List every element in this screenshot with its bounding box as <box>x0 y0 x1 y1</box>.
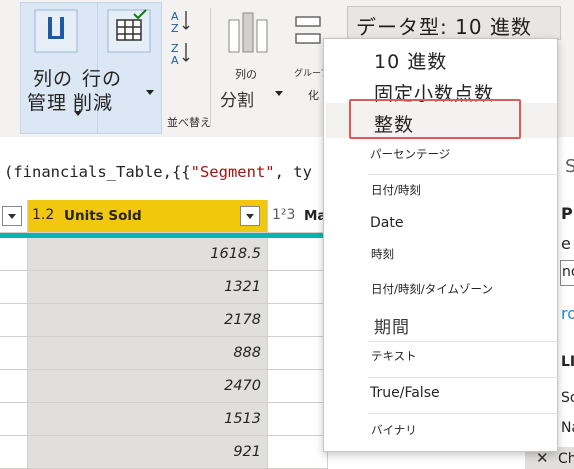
cell-units-sold[interactable]: 1321 <box>28 271 268 304</box>
cell-previous[interactable] <box>0 337 28 370</box>
menu-item-duration[interactable]: 期間 <box>374 313 410 338</box>
sort-group-label: 並べ替え <box>167 116 211 129</box>
split-column-label-2: 分割 <box>220 91 254 111</box>
cell-next[interactable] <box>268 436 328 469</box>
cell-previous[interactable] <box>0 403 28 436</box>
cell-previous[interactable] <box>0 436 28 469</box>
cell-previous[interactable] <box>0 271 28 304</box>
menu-separator <box>368 377 560 378</box>
split-column-label-1: 列の <box>235 68 257 81</box>
choose-columns-icon <box>34 9 78 53</box>
svg-text:A: A <box>171 54 179 66</box>
cell-next[interactable] <box>268 271 328 304</box>
previous-column-filter-icon[interactable] <box>2 206 22 226</box>
group-by-icon <box>295 16 321 44</box>
cell-previous[interactable] <box>0 304 28 337</box>
cell-next[interactable] <box>268 238 328 271</box>
query-settings-pane: S P e no ro LI So Na Ch <box>556 137 574 469</box>
formula-string-literal: "Segment" <box>190 163 275 181</box>
menu-item-date-time[interactable]: 日付/時刻 <box>371 182 421 198</box>
cell-units-sold[interactable]: 888 <box>28 337 268 370</box>
menu-item-true-false[interactable]: True/False <box>370 385 440 401</box>
side-pane-title: S <box>565 156 574 177</box>
data-type-button[interactable]: データ型: 10 進数 <box>347 6 561 40</box>
cell-next[interactable] <box>268 403 328 436</box>
cell-next[interactable] <box>268 337 328 370</box>
menu-separator <box>368 341 560 342</box>
whole-number-type-icon[interactable]: 1²3 <box>272 207 295 223</box>
split-column-icon <box>228 12 268 53</box>
formula-text[interactable]: (financials_Table,{{"Segment", ty <box>4 163 312 181</box>
menu-item-binary[interactable]: バイナリ <box>371 422 417 438</box>
cell-next[interactable] <box>268 370 328 403</box>
cell-units-sold[interactable]: 2470 <box>28 370 268 403</box>
side-pane-section-applied-steps: LI <box>561 354 574 370</box>
data-type-label: データ型: 10 進数 <box>356 15 532 39</box>
menu-item-decimal-number[interactable]: 10 進数 <box>374 47 447 74</box>
highlight-annotation-box <box>349 99 521 139</box>
split-column-chevron-icon[interactable] <box>275 91 283 96</box>
side-pane-all-properties-link[interactable]: ro <box>561 304 574 323</box>
column-header-previous[interactable] <box>0 200 28 233</box>
column-header-next[interactable]: 1²3 Ma <box>268 200 328 233</box>
side-pane-name-input[interactable]: no <box>560 260 574 286</box>
cell-units-sold[interactable]: 1513 <box>28 403 268 436</box>
menu-item-date[interactable]: Date <box>370 215 403 231</box>
menu-item-time[interactable]: 時刻 <box>371 246 394 262</box>
ribbon-divider <box>210 8 211 126</box>
menu-separator <box>368 413 560 414</box>
applied-step-navigation[interactable]: Na <box>561 420 574 436</box>
cell-units-sold[interactable]: 1618.5 <box>28 238 268 271</box>
side-pane-name-label: e <box>561 234 571 253</box>
applied-step-changed-type-overlay: Ch <box>558 451 574 467</box>
formula-suffix: , ty <box>274 163 312 181</box>
remove-rows-label-2: 削減 <box>73 92 114 114</box>
applied-step-source[interactable]: So <box>561 390 574 406</box>
menu-item-date-time-timezone[interactable]: 日付/時刻/タイムゾーン <box>371 281 493 297</box>
cell-next[interactable] <box>268 304 328 337</box>
cell-previous[interactable] <box>0 370 28 403</box>
remove-rows-icon <box>107 9 151 53</box>
group-by-label-2: 化 <box>308 89 319 102</box>
column-header-units-sold[interactable]: 1.2 Units Sold <box>28 200 268 233</box>
menu-separator <box>368 174 560 175</box>
cell-units-sold[interactable]: 2178 <box>28 304 268 337</box>
units-sold-header-label: Units Sold <box>64 208 142 224</box>
choose-columns-label-1: 列の <box>33 68 74 90</box>
sort-descending-icon[interactable]: Z A <box>170 40 192 66</box>
choose-columns-label-2: 管理 <box>27 92 68 114</box>
svg-text:Z: Z <box>171 22 179 34</box>
side-pane-section-properties: P <box>561 204 573 223</box>
sort-ascending-icon[interactable]: A Z <box>170 8 192 34</box>
formula-prefix: (financials_Table,{{ <box>4 163 191 181</box>
units-sold-filter-icon[interactable] <box>240 206 260 226</box>
decimal-type-icon[interactable]: 1.2 <box>32 207 54 223</box>
remove-rows-chevron-icon[interactable] <box>146 90 154 95</box>
menu-item-percentage[interactable]: パーセンテージ <box>370 146 450 162</box>
side-pane-name-value: no <box>562 264 574 280</box>
remove-rows-label-1: 行の <box>82 68 123 90</box>
menu-item-text[interactable]: テキスト <box>371 348 417 364</box>
cell-units-sold[interactable]: 921 <box>28 436 268 469</box>
cell-previous[interactable] <box>0 238 28 271</box>
